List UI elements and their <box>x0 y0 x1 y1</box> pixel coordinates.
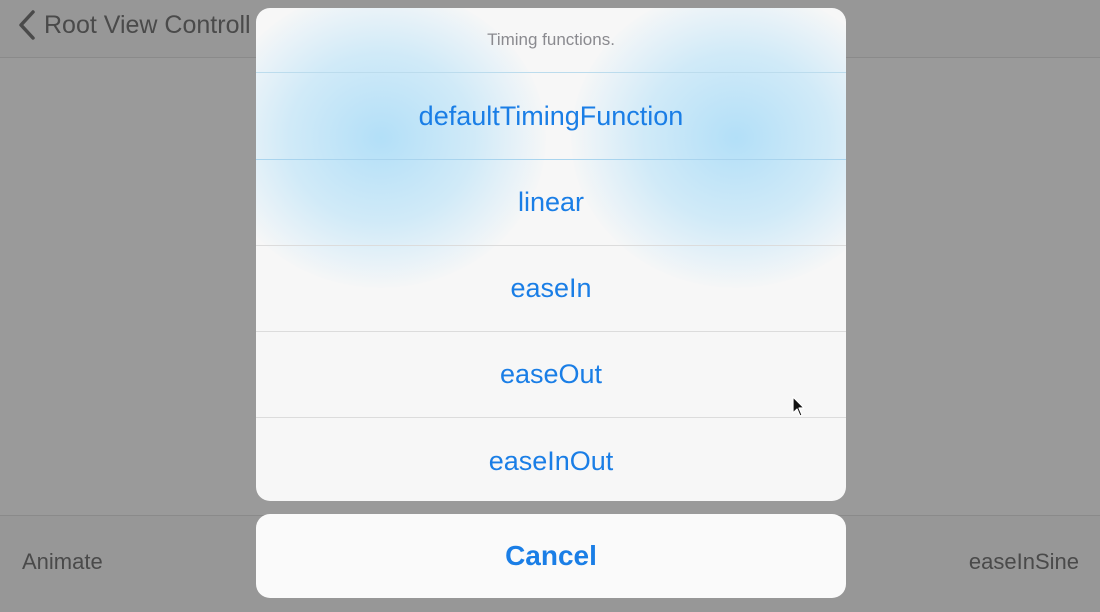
action-default-timing-function[interactable]: defaultTimingFunction <box>256 74 846 160</box>
action-ease-in-out[interactable]: easeInOut <box>256 418 846 501</box>
back-button-label: Root View Controll <box>44 10 251 39</box>
back-button[interactable]: Root View Controll <box>14 8 251 42</box>
animate-button[interactable]: Animate <box>22 549 103 575</box>
action-sheet-title: Timing functions. <box>256 8 846 73</box>
action-ease-out[interactable]: easeOut <box>256 332 846 418</box>
action-ease-in[interactable]: easeIn <box>256 246 846 332</box>
chevron-left-icon <box>19 10 35 40</box>
action-sheet: Timing functions. defaultTimingFunction … <box>256 8 846 501</box>
timing-function-button[interactable]: easeInSine <box>969 549 1079 575</box>
action-linear[interactable]: linear <box>256 160 846 246</box>
mouse-pointer-icon <box>792 396 805 417</box>
cancel-button[interactable]: Cancel <box>256 514 846 598</box>
app-screen: Root View Controll Animate easeInSine Ti… <box>0 0 1100 612</box>
